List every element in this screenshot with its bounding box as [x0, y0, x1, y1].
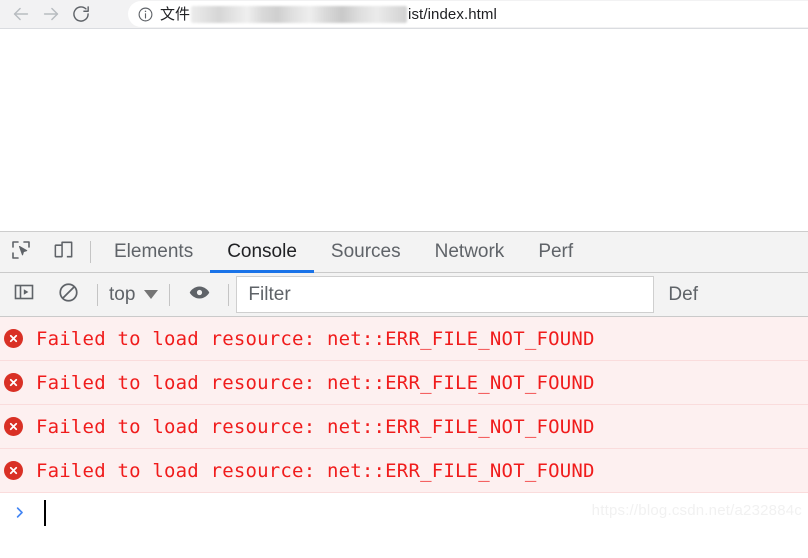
console-prompt[interactable]: https://blog.csdn.net/a232884c: [0, 493, 808, 532]
page-viewport: [0, 28, 808, 231]
arrow-right-icon: [40, 3, 62, 25]
tab-console[interactable]: Console: [210, 232, 314, 273]
filterbar-divider: [169, 283, 171, 306]
console-sidebar-button[interactable]: [2, 273, 46, 317]
url-prefix-text: 文件: [160, 4, 191, 23]
console-filter-bar: top Filter Def: [0, 273, 808, 317]
tab-label: Perf: [538, 241, 574, 262]
tab-label: Sources: [330, 241, 401, 262]
inspect-cursor-icon: [9, 238, 33, 267]
console-message-row[interactable]: Failed to load resource: net::ERR_FILE_N…: [0, 449, 808, 493]
console-message-text: Failed to load resource: net::ERR_FILE_N…: [36, 459, 595, 482]
execution-context-label: top: [109, 283, 136, 305]
reload-icon: [71, 4, 91, 24]
address-bar-url: 文件 ist/index.html: [160, 4, 497, 23]
address-bar[interactable]: 文件 ist/index.html: [128, 1, 808, 27]
error-circle-icon: [4, 461, 23, 480]
arrow-left-icon: [10, 3, 32, 25]
console-message-row[interactable]: Failed to load resource: net::ERR_FILE_N…: [0, 317, 808, 361]
tab-label: Console: [227, 241, 297, 262]
back-button[interactable]: [6, 1, 36, 27]
url-redacted-blur: [191, 5, 408, 23]
error-circle-icon: [4, 417, 23, 436]
tab-elements[interactable]: Elements: [97, 232, 210, 272]
console-message-row[interactable]: Failed to load resource: net::ERR_FILE_N…: [0, 361, 808, 405]
tab-sources[interactable]: Sources: [314, 232, 418, 272]
info-circle-icon[interactable]: [136, 5, 154, 23]
watermark-text: https://blog.csdn.net/a232884c: [591, 502, 802, 519]
error-circle-icon: [4, 329, 23, 348]
log-levels-selector[interactable]: Def: [668, 284, 698, 306]
text-caret: [44, 499, 46, 526]
tab-label: Network: [434, 241, 505, 262]
console-message-text: Failed to load resource: net::ERR_FILE_N…: [36, 371, 595, 394]
devtools-panel: Elements Console Sources Network Perf to…: [0, 231, 808, 557]
tab-label: Elements: [114, 241, 194, 262]
tab-performance[interactable]: Perf: [521, 232, 590, 272]
prompt-chevron-icon: [8, 505, 30, 520]
filter-placeholder: Filter: [248, 283, 291, 305]
device-toggle-icon: [52, 238, 75, 266]
devtools-tabbar: Elements Console Sources Network Perf: [0, 232, 808, 273]
tab-network[interactable]: Network: [418, 232, 522, 272]
reload-button[interactable]: [66, 1, 96, 27]
console-message-row[interactable]: Failed to load resource: net::ERR_FILE_N…: [0, 405, 808, 449]
execution-context-selector[interactable]: top: [105, 284, 162, 306]
url-suffix-text: ist/index.html: [408, 5, 497, 23]
forward-button[interactable]: [36, 1, 66, 27]
console-message-text: Failed to load resource: net::ERR_FILE_N…: [36, 415, 595, 438]
filter-input[interactable]: Filter: [236, 276, 655, 313]
clear-console-button[interactable]: [46, 273, 90, 317]
live-expression-eye-icon: [187, 280, 212, 310]
console-message-list[interactable]: Failed to load resource: net::ERR_FILE_N…: [0, 317, 808, 557]
clear-console-icon: [57, 281, 80, 309]
browser-toolbar: 文件 ist/index.html: [0, 0, 808, 28]
toolbar-divider: [90, 241, 91, 263]
error-circle-icon: [4, 373, 23, 392]
device-toolbar-button[interactable]: [42, 232, 84, 272]
chevron-down-icon: [144, 290, 159, 299]
filterbar-divider: [228, 283, 230, 306]
inspect-element-button[interactable]: [0, 232, 42, 272]
filterbar-divider: [97, 283, 98, 306]
console-message-text: Failed to load resource: net::ERR_FILE_N…: [36, 327, 595, 350]
console-sidebar-icon: [12, 280, 36, 309]
live-expression-button[interactable]: [177, 273, 221, 317]
